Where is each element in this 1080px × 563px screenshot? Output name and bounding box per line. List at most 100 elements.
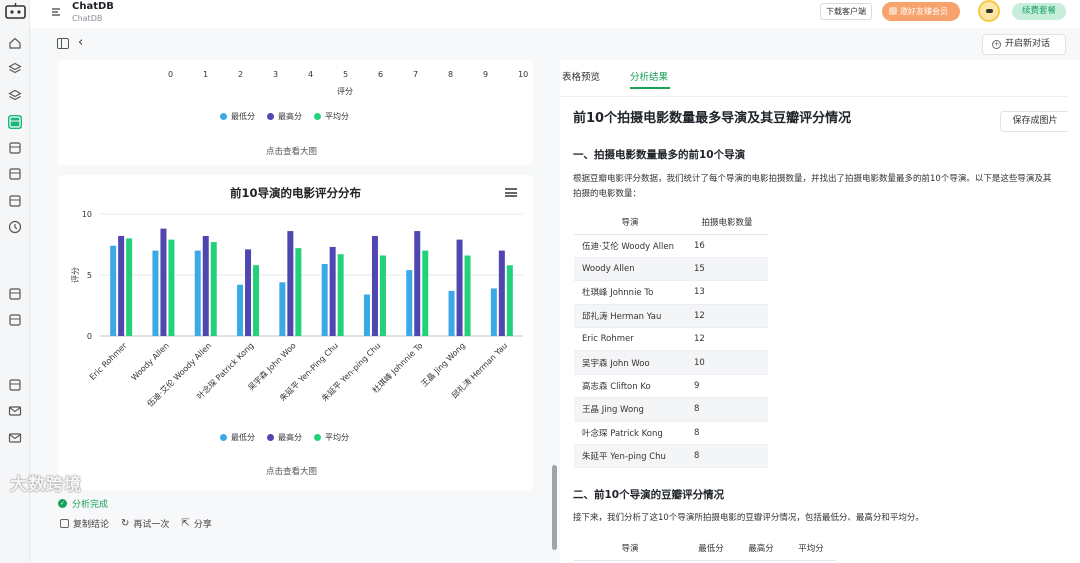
table-row: 伍迪·艾伦 Woody Allen 16 — [574, 234, 768, 258]
chart-title: 前10导演的电影评分分布 — [229, 186, 361, 200]
bar-max — [160, 228, 167, 336]
database-icon[interactable] — [8, 115, 22, 129]
app-subtitle: ChatDB — [72, 14, 103, 23]
table-row: 邱礼涛 Herman Yau 12 — [574, 304, 768, 329]
table-header: 拍摄电影数量 — [686, 211, 768, 235]
legend-item-max[interactable]: 最高分 — [267, 111, 302, 122]
bar-min — [448, 290, 455, 336]
table-row: Woody Allen 15 — [574, 257, 768, 282]
count-cell: 12 — [686, 327, 768, 352]
layout-icon[interactable] — [8, 167, 22, 181]
save-as-image-button[interactable]: 保存成图片 — [1000, 111, 1068, 132]
avatar[interactable] — [978, 0, 1000, 22]
clock-icon[interactable] — [8, 220, 22, 234]
y-tick-label: 0 — [87, 332, 92, 341]
table-icon[interactable] — [8, 141, 22, 155]
table-header: 最高分 — [736, 537, 786, 561]
legend-item-min[interactable]: 最低分 — [220, 111, 255, 122]
db-list-icon[interactable] — [8, 313, 22, 327]
legend-item-min[interactable]: 最低分 — [220, 432, 255, 443]
result-tabs: 表格预览 分析结果 — [560, 60, 1080, 90]
copy-icon — [60, 519, 69, 528]
legend-item-avg[interactable]: 平均分 — [314, 111, 349, 122]
section1-paragraph: 根据豆瓣电影评分数据，我们统计了每个导演的电影拍摄数量，并找出了拍摄电影数量最多… — [573, 174, 1052, 199]
count-cell: 13 — [686, 280, 768, 305]
book-icon[interactable] — [8, 194, 22, 208]
x-category-label: Woody Allen — [129, 341, 170, 382]
stack-icon[interactable] — [8, 89, 22, 103]
x-tick-label: 2 — [238, 70, 244, 79]
report-title: 前10个拍摄电影数量最多导演及其豆瓣评分情况 — [573, 111, 852, 126]
status-label: 分析完成 — [72, 500, 109, 510]
share-icon: ⇱ — [181, 518, 190, 529]
previous-chart-card: 0 1 2 3 4 5 6 7 8 9 10 评分 最低分 最高分 平均分 点击查看大图 — [58, 60, 533, 165]
bar-avg — [337, 254, 344, 336]
section1-heading: 一、拍摄电影数量最多的前10个导演 — [573, 149, 746, 161]
watermark-logo: 大数跨境 — [10, 475, 82, 495]
legend-dot-min — [220, 434, 227, 441]
bar-avg — [464, 255, 471, 336]
x-category-label: 王晶 Jing Wong — [419, 341, 467, 389]
director-count-table: 导演 拍摄电影数量 伍迪·艾伦 Woody Allen 16 Woody Allen… — [574, 211, 768, 469]
view-full-chart-link[interactable]: 点击查看大图 — [266, 145, 317, 157]
bar-min — [279, 282, 286, 336]
x-category-label: Eric Rohmer — [88, 341, 129, 382]
tab-table-preview[interactable]: 表格预览 — [562, 69, 600, 83]
bar-max — [498, 250, 505, 336]
table-row: 朱延平 Yen-ping Chu 8 — [574, 444, 768, 469]
download-client-button[interactable]: 下载客户端 — [820, 3, 872, 20]
new-chat-button[interactable]: + 开启新对话 — [982, 34, 1066, 55]
chart-menu-icon[interactable] — [505, 188, 517, 197]
invite-promo-button[interactable]: 邀好友赚会员 — [882, 2, 960, 21]
analysis-report: 前10个拍摄电影数量最多导演及其豆瓣评分情况 保存成图片 一、拍摄电影数量最多的… — [560, 96, 1068, 563]
notebook-icon[interactable] — [8, 378, 22, 392]
bar-min — [363, 294, 370, 336]
tab-analysis-result[interactable]: 分析结果 — [630, 69, 668, 83]
x-tick-label: 9 — [483, 70, 489, 79]
director-cell: 杜琪峰 Johnnie To — [574, 280, 686, 305]
bar-min — [194, 250, 201, 336]
table-row: 杜琪峰 Johnnie To 13 — [574, 280, 768, 305]
y-axis-label: 评分 — [71, 267, 80, 283]
count-cell: 12 — [686, 304, 768, 329]
table-row: 叶念琛 Patrick Kong 8 — [574, 421, 768, 446]
director-cell: Eric Rohmer — [574, 327, 686, 352]
db-icon[interactable] — [8, 287, 22, 301]
count-cell: 8 — [686, 444, 768, 469]
analysis-panel: 表格预览 分析结果 前10个拍摄电影数量最多导演及其豆瓣评分情况 保存成图片 一… — [560, 60, 1080, 563]
count-cell: 8 — [686, 397, 768, 422]
robot-logo-icon[interactable] — [5, 3, 26, 19]
chat-scrollbar[interactable] — [552, 465, 557, 550]
x-tick-label: 4 — [308, 70, 314, 79]
bar-avg — [168, 239, 175, 336]
back-chevron-icon[interactable]: ‹ — [78, 36, 83, 50]
mail-alt-icon[interactable] — [8, 431, 22, 445]
bar-chart: 0510评分Eric Rohmer Woody Allen伍迪·艾伦 Woody … — [71, 210, 523, 409]
view-full-chart-link[interactable]: 点击查看大图 — [266, 465, 317, 477]
legend-item-max[interactable]: 最高分 — [267, 432, 302, 443]
bar-min — [110, 245, 117, 336]
x-tick-label: 10 — [518, 70, 529, 79]
bar-avg — [379, 255, 386, 336]
bar-min — [321, 264, 328, 336]
legend-label-max: 最高分 — [278, 112, 302, 121]
x-axis-label: 评分 — [337, 87, 353, 96]
x-tick-label: 8 — [448, 70, 454, 79]
menu-icon[interactable] — [52, 7, 62, 17]
count-cell: 9 — [686, 374, 768, 399]
count-cell: 8 — [686, 421, 768, 446]
home-icon[interactable] — [8, 36, 22, 50]
share-button[interactable]: ⇱ 分享 — [181, 517, 211, 530]
sidebar-toggle-icon[interactable] — [57, 38, 69, 49]
retry-button[interactable]: ↻ 再试一次 — [121, 517, 169, 530]
legend-item-avg[interactable]: 平均分 — [314, 432, 349, 443]
mail-icon[interactable] — [8, 404, 22, 418]
copy-conclusion-button[interactable]: 复制结论 — [60, 517, 109, 530]
x-tick-label: 6 — [378, 70, 384, 79]
renew-plan-button[interactable]: 续费套餐 — [1012, 3, 1066, 20]
rating-chart-card: 前10导演的电影评分分布 0 5 10 评分 Eric Rohmer Woody Alle… — [58, 175, 533, 490]
legend-label-min: 最低分 — [231, 433, 255, 442]
app-window: ChatDB ChatDB 下载客户端 邀好友赚会员 续费套餐 ‹ + 开启新对… — [0, 0, 1080, 563]
layers-icon[interactable] — [8, 62, 22, 76]
table-header-row: 导演 最低分 最高分 平均分 — [574, 537, 836, 561]
